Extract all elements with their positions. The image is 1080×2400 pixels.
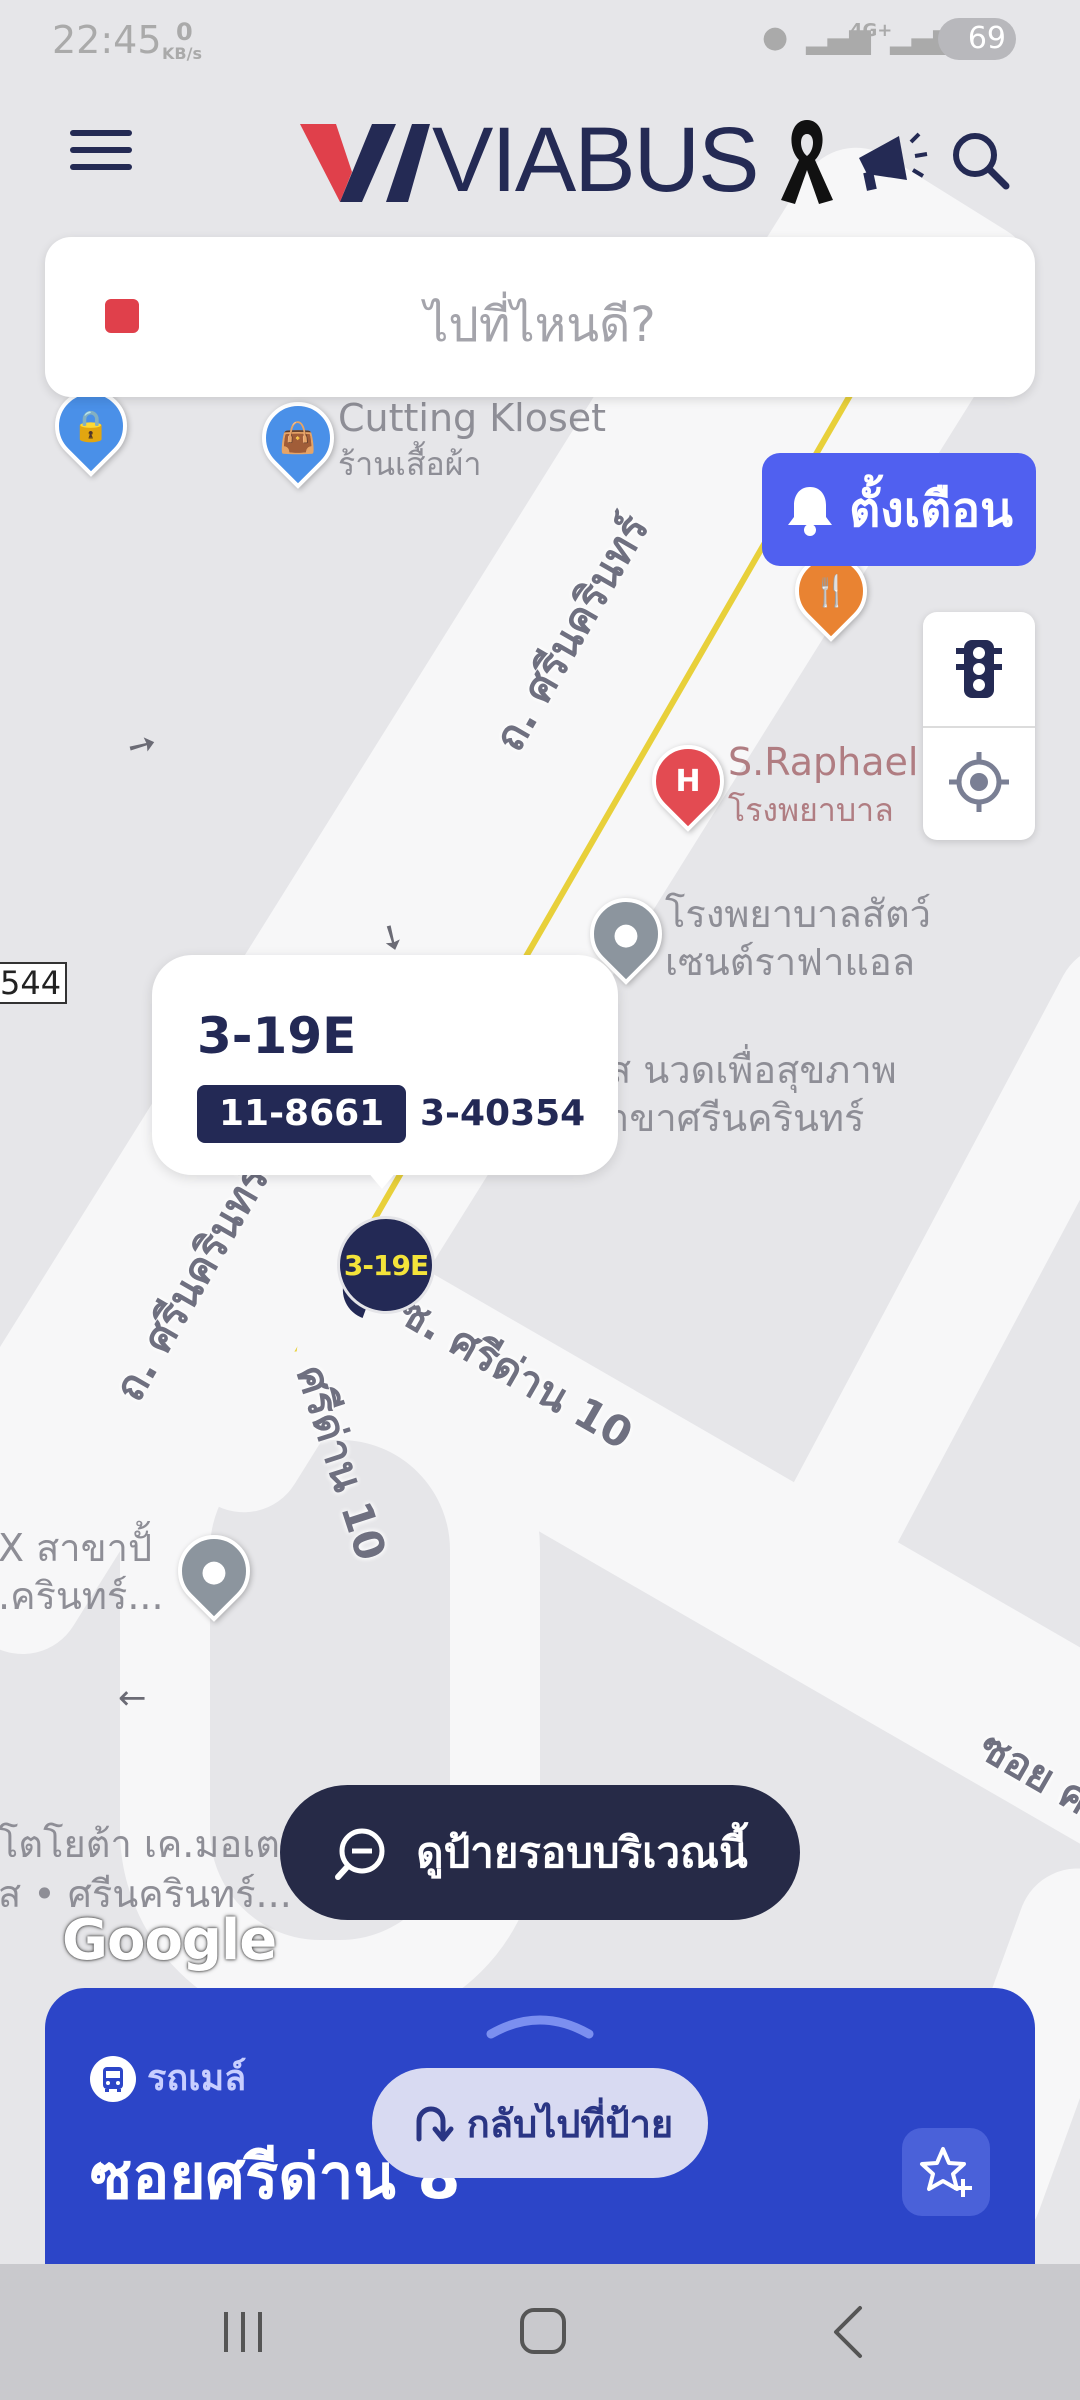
menu-button[interactable] <box>70 130 132 178</box>
location-icon: ● <box>762 20 789 55</box>
locate-icon[interactable] <box>949 752 1009 812</box>
controls-divider <box>923 726 1035 728</box>
net-speed-value: 0 <box>176 18 193 46</box>
menu-icon-line <box>70 147 132 153</box>
megaphone-icon[interactable] <box>853 122 929 198</box>
net-speed-unit: KB/s <box>162 44 202 63</box>
place-sublabel: .ครินทร์... <box>0 1574 164 1618</box>
road-number-sign: 544 <box>0 962 68 1004</box>
direction-arrow-icon: ➚ <box>119 720 165 770</box>
system-nav-bar <box>0 2264 1080 2400</box>
bus-info-popup[interactable]: 3-19E 11-8661 3-40354 <box>152 955 618 1175</box>
popup-pointer <box>362 1165 402 1189</box>
route-number: 3-19E <box>197 1007 357 1065</box>
search-icon[interactable] <box>950 130 1010 190</box>
chevron-up-icon[interactable] <box>485 2010 595 2040</box>
place-sublabel: าขาศรีนครินทร์ <box>608 1096 865 1140</box>
search-placeholder: ไปที่ไหนดี? <box>424 297 656 353</box>
google-attribution: Google <box>62 1908 277 1973</box>
menu-icon <box>70 130 132 136</box>
view-nearby-stops-button[interactable]: ดูป้ายรอบบริเวณนี้ <box>280 1785 800 1920</box>
set-alert-label: ตั้งเตือน <box>849 481 1013 538</box>
logo-text: VIABUS <box>432 108 759 211</box>
app-logo: VIABUS <box>300 108 929 211</box>
view-nearby-stops-label: ดูป้ายรอบบริเวณนี้ <box>416 1827 748 1877</box>
stop-type-label: รถเมล์ <box>147 2058 247 2099</box>
place-label: ส นวดเพื่อสุขภาพ <box>608 1048 897 1092</box>
traffic-light-icon[interactable] <box>956 638 1002 700</box>
bell-icon <box>788 486 833 536</box>
ribbon-icon <box>781 120 834 204</box>
back-icon[interactable] <box>828 2304 868 2360</box>
home-icon[interactable] <box>518 2306 568 2356</box>
place-label: Cutting Kloset <box>338 396 607 440</box>
bus-plate-secondary: 3-40354 <box>420 1093 586 1134</box>
place-sublabel: ร้านเสื้อผ้า <box>338 445 482 483</box>
place-label: S.Raphael <box>728 740 919 784</box>
status-time: 22:45 <box>52 18 162 62</box>
battery-icon: 69 <box>938 18 1016 60</box>
place-sublabel: เซนต์ราฟาแอล <box>665 940 916 984</box>
set-alert-button[interactable]: ตั้งเตือน <box>762 453 1036 566</box>
road-right <box>762 922 1080 1598</box>
shopping-pin-icon[interactable]: 👜 <box>247 387 349 489</box>
return-icon <box>416 2106 454 2142</box>
battery-level: 69 <box>967 21 1006 56</box>
bus-icon <box>90 2056 136 2102</box>
map-controls <box>923 612 1035 840</box>
network-type: 4G+ <box>850 20 893 41</box>
place-label: โตโยต้า เค.มอเตอ <box>0 1822 303 1866</box>
add-favorite-button[interactable] <box>902 2128 990 2216</box>
back-to-stop-label: กลับไปที่ป้าย <box>466 2101 674 2146</box>
back-to-stop-button[interactable]: กลับไปที่ป้าย <box>372 2068 708 2178</box>
direction-arrow-icon: ← <box>118 1678 147 1718</box>
place-label: X สาขาปั้ <box>0 1526 153 1570</box>
bus-plate-primary: 11-8661 <box>197 1085 407 1143</box>
star-plus-icon <box>920 2147 972 2197</box>
zoom-out-icon <box>335 1828 385 1880</box>
logo-v-mark <box>300 124 430 202</box>
search-box[interactable]: ไปที่ไหนดี? <box>45 237 1035 397</box>
menu-icon-line <box>70 164 132 170</box>
status-bar: 22:45 0 KB/s ● ▂▄▆ 4G+ ▂▄▆ 69 <box>0 0 1080 80</box>
place-label: โรงพยาบาลสัตว์ <box>665 892 931 936</box>
bus-marker[interactable]: 3-19E <box>337 1216 435 1314</box>
place-sublabel: โรงพยาบาล <box>728 791 894 829</box>
recent-apps-icon[interactable] <box>218 2308 268 2356</box>
